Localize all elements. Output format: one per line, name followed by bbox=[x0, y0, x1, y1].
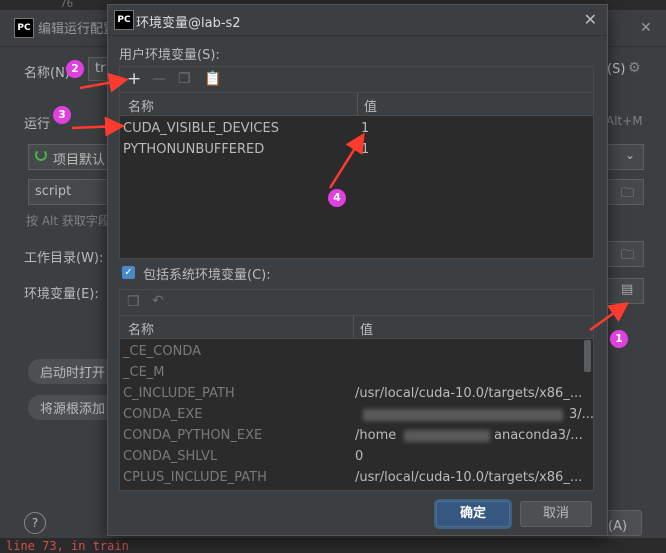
arrow-to-name-cell bbox=[71, 116, 125, 137]
arrow-to-add-button bbox=[79, 72, 129, 93]
step-marker-4: 4 bbox=[328, 189, 346, 207]
step-marker-3: 3 bbox=[53, 106, 71, 124]
step-marker-2: 2 bbox=[66, 60, 84, 78]
arrow-to-value-cell bbox=[328, 132, 365, 189]
arrow-to-env-button bbox=[589, 302, 630, 332]
annotation-arrows bbox=[71, 72, 630, 332]
step-marker-1: 1 bbox=[610, 330, 628, 348]
